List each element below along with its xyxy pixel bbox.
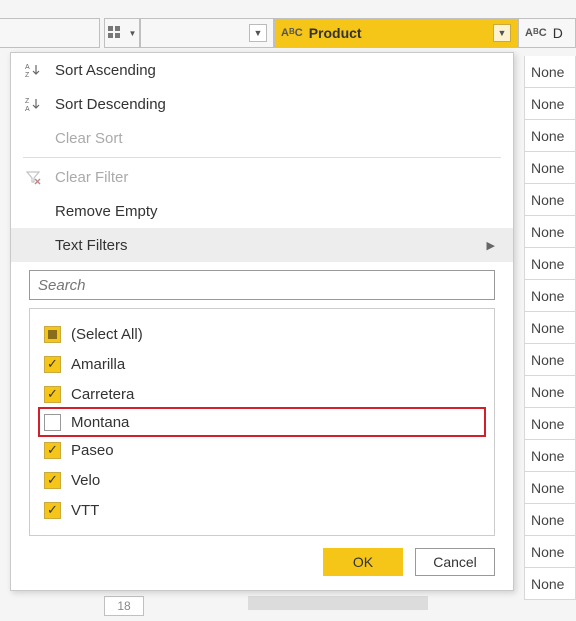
- svg-text:Z: Z: [25, 72, 30, 78]
- checkbox-unchecked[interactable]: [44, 414, 61, 431]
- column-headers-row: ▼ ▼ ABC Product ▼ ABC D: [0, 0, 576, 52]
- checkbox-checked[interactable]: ✓: [44, 442, 61, 459]
- data-column-preview: NoneNoneNoneNoneNoneNoneNoneNoneNoneNone…: [524, 56, 576, 600]
- clear-filter-item: Clear Filter: [11, 160, 513, 194]
- cancel-button[interactable]: Cancel: [415, 548, 495, 576]
- filter-value-row[interactable]: Montana: [38, 407, 486, 437]
- data-cell[interactable]: None: [524, 56, 576, 88]
- checklist-label: VTT: [71, 502, 99, 519]
- data-cell[interactable]: None: [524, 440, 576, 472]
- clear-filter-icon: [23, 169, 43, 185]
- menu-label: Clear Filter: [55, 169, 128, 186]
- filter-dropdown-panel: AZ Sort Ascending ZA Sort Descending Cle…: [10, 52, 514, 591]
- checkbox-checked[interactable]: ✓: [44, 356, 61, 373]
- filter-value-row[interactable]: ✓ VTT: [44, 495, 480, 525]
- data-cell[interactable]: None: [524, 152, 576, 184]
- svg-text:A: A: [25, 106, 30, 112]
- data-cell[interactable]: None: [524, 568, 576, 600]
- blank-column-header[interactable]: ▼: [140, 18, 274, 48]
- sort-descending-item[interactable]: ZA Sort Descending: [11, 87, 513, 121]
- row-index-header[interactable]: ▼: [104, 18, 140, 48]
- menu-label: Sort Ascending: [55, 62, 156, 79]
- checkbox-indeterminate[interactable]: [44, 326, 61, 343]
- data-cell[interactable]: None: [524, 408, 576, 440]
- filter-checklist: (Select All) ✓ Amarilla ✓ Carretera Montana ✓…: [29, 308, 495, 536]
- ok-button[interactable]: OK: [323, 548, 403, 576]
- menu-label: Remove Empty: [55, 203, 158, 220]
- table-icon: [108, 26, 126, 40]
- gutter-blank: [0, 18, 100, 48]
- next-column-label: D: [553, 25, 563, 41]
- clear-sort-item: Clear Sort: [11, 121, 513, 155]
- data-cell[interactable]: None: [524, 280, 576, 312]
- sort-ascending-item[interactable]: AZ Sort Ascending: [11, 53, 513, 87]
- sort-desc-icon: ZA: [23, 96, 43, 112]
- data-cell[interactable]: None: [524, 536, 576, 568]
- data-cell[interactable]: None: [524, 312, 576, 344]
- filter-value-row[interactable]: ✓ Velo: [44, 465, 480, 495]
- text-type-icon: ABC: [525, 28, 547, 39]
- checklist-label: Amarilla: [71, 356, 125, 373]
- checklist-label: Carretera: [71, 386, 134, 403]
- sort-asc-icon: AZ: [23, 62, 43, 78]
- data-cell[interactable]: None: [524, 472, 576, 504]
- remove-empty-item[interactable]: Remove Empty: [11, 194, 513, 228]
- checkbox-checked[interactable]: ✓: [44, 386, 61, 403]
- column-dropdown-icon[interactable]: ▼: [249, 24, 267, 42]
- data-cell[interactable]: None: [524, 216, 576, 248]
- next-column-header[interactable]: ABC D: [518, 18, 576, 48]
- submenu-arrow-icon: ▶: [487, 239, 495, 252]
- applied-step-bar: [248, 596, 428, 610]
- product-column-header[interactable]: ABC Product ▼: [274, 18, 518, 48]
- checkbox-checked[interactable]: ✓: [44, 502, 61, 519]
- svg-text:Z: Z: [25, 98, 30, 105]
- checklist-label: Velo: [71, 472, 100, 489]
- data-cell[interactable]: None: [524, 504, 576, 536]
- data-cell[interactable]: None: [524, 376, 576, 408]
- select-all-row[interactable]: (Select All): [44, 319, 480, 349]
- data-cell[interactable]: None: [524, 88, 576, 120]
- data-cell[interactable]: None: [524, 248, 576, 280]
- menu-label: Sort Descending: [55, 96, 166, 113]
- checklist-label: Montana: [71, 414, 129, 431]
- text-type-icon: ABC: [281, 28, 303, 39]
- menu-label: Text Filters: [55, 237, 128, 254]
- filter-value-row[interactable]: ✓ Paseo: [44, 435, 480, 465]
- menu-separator: [23, 157, 501, 158]
- checklist-label: Paseo: [71, 442, 114, 459]
- chevron-down-icon: ▼: [129, 29, 137, 38]
- menu-label: Clear Sort: [55, 130, 123, 147]
- text-filters-item[interactable]: Text Filters ▶: [11, 228, 513, 262]
- row-index-cell: 18: [104, 596, 144, 616]
- checkbox-checked[interactable]: ✓: [44, 472, 61, 489]
- checklist-label: (Select All): [71, 326, 143, 343]
- column-dropdown-icon[interactable]: ▼: [493, 24, 511, 42]
- product-column-label: Product: [309, 25, 362, 41]
- search-input[interactable]: [29, 270, 495, 300]
- filter-value-row[interactable]: ✓ Carretera: [44, 379, 480, 409]
- data-cell[interactable]: None: [524, 184, 576, 216]
- data-cell[interactable]: None: [524, 120, 576, 152]
- data-cell[interactable]: None: [524, 344, 576, 376]
- filter-value-row[interactable]: ✓ Amarilla: [44, 349, 480, 379]
- svg-text:A: A: [25, 64, 30, 71]
